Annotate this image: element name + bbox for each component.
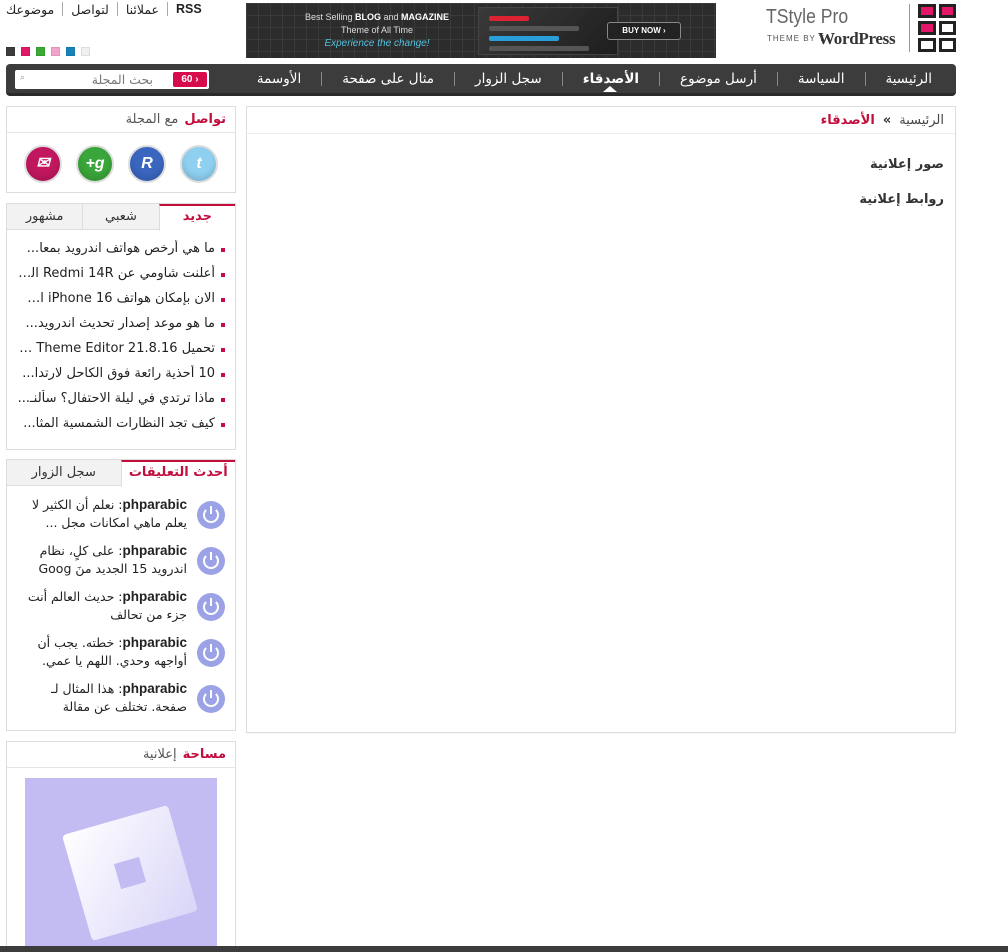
bottom-bar [0, 946, 1008, 952]
nav-item-politics[interactable]: السياسة [776, 71, 865, 87]
posts-list: ما هي أرخص هواتف اندرويد بمعا... أعلنت ش… [7, 230, 235, 440]
list-item[interactable]: الان بإمكان هواتف iPhone 16 اس... [17, 290, 225, 315]
avatar [197, 639, 225, 667]
social-widget: تواصل مع المجلة [6, 106, 236, 193]
social-icons [7, 133, 235, 183]
logo-wordpress: WordPress [818, 29, 896, 48]
twitter-icon[interactable] [180, 145, 218, 183]
tab-guestbook[interactable]: سجل الزوار [7, 460, 121, 485]
search-icon[interactable]: ⌕ [20, 73, 29, 83]
list-item[interactable]: ما هي أرخص هواتف اندرويد بمعا... [17, 240, 225, 265]
list-item[interactable]: كيف تجد النظارات الشمسية المثا... [17, 415, 225, 440]
buy-now-button[interactable]: BUY NOW › [607, 22, 681, 40]
list-item[interactable]: أعلنت شاومي عن Redmi 14R الج... [17, 265, 225, 290]
nav-item-friends[interactable]: الأصدقاء [561, 71, 659, 92]
widget-title: مساحة إعلانية [7, 742, 235, 768]
header-banner-ad[interactable]: Best Selling BLOG and MAGAZINE Theme of … [246, 3, 716, 58]
top-link-clients[interactable]: عملائنا [126, 2, 159, 17]
comments-list: phparabic: نعلم أن الكثير لا يعلم ماهي ا… [7, 486, 235, 726]
posts-widget: جديد شعبي مشهور ما هي أرخص هواتف اندرويد… [6, 203, 236, 450]
top-links: RSS عملائنا لتواصل موضوعك [6, 0, 202, 18]
nav-item-guestbook[interactable]: سجل الزوار [454, 71, 562, 87]
search-input[interactable] [33, 71, 153, 88]
top-link-contact[interactable]: لتواصل [71, 2, 109, 17]
comments-widget: أحدث التعليقات سجل الزوار phparabic: نعل… [6, 459, 236, 731]
main-navigation: الرئيسية السياسة أرسل موضوع الأصدقاء سجل… [6, 64, 956, 96]
site-logo[interactable]: TStyle Pro THEME BY T WordPress [764, 4, 956, 56]
swatch-green[interactable] [36, 47, 45, 56]
banner-screenshot [478, 7, 618, 55]
google-plus-icon[interactable] [76, 145, 114, 183]
renren-icon[interactable] [128, 145, 166, 183]
banner-text: Best Selling BLOG and MAGAZINE Theme of … [304, 12, 450, 49]
swatch-light-pink[interactable] [51, 47, 60, 56]
comment-item[interactable]: phparabic: هذا المثال لـ صفحة. تختلف عن … [17, 680, 225, 726]
tab-latest-comments[interactable]: أحدث التعليقات [120, 460, 235, 487]
top-link-your-topic[interactable]: موضوعك [6, 2, 54, 17]
list-item[interactable]: 10 أحذية رائعة فوق الكاحل لارتدا... [17, 365, 225, 390]
divider [167, 2, 169, 16]
avatar [197, 547, 225, 575]
theme-swatches [6, 47, 90, 56]
logo-byline: THEME BY T [767, 34, 825, 43]
swatch-pink[interactable] [21, 47, 30, 56]
logo-name: TStyle Pro [766, 6, 849, 28]
comments-tabs: أحدث التعليقات سجل الزوار [7, 460, 235, 487]
nav-item-submit-topic[interactable]: أرسل موضوع [659, 71, 777, 87]
swatch-dark[interactable] [6, 47, 15, 56]
comment-item[interactable]: phparabic: نعلم أن الكثير لا يعلم ماهي ا… [17, 496, 225, 542]
widget-title: تواصل مع المجلة [7, 107, 235, 133]
main-content: الرئيسية » الأصدقاء صور إعلانية روابط إع… [246, 106, 956, 733]
comment-item[interactable]: phparabic: خطته. يجب أن أواجهه وحدي. الل… [17, 634, 225, 680]
nav-item-home[interactable]: الرئيسية [864, 71, 943, 87]
breadcrumb-current: الأصدقاء [820, 112, 875, 128]
divider [116, 2, 118, 16]
search-box: ⌕ 60 › [15, 70, 209, 89]
rss-count-badge: 60 › [173, 72, 207, 87]
list-item[interactable]: ماذا ترتدي في ليلة الاحتفال؟ سألنـ... [17, 390, 225, 415]
roblox-logo-icon [61, 804, 199, 942]
logo-divider [909, 4, 910, 52]
list-item[interactable]: تحميل UI Theme Editor 21.8.16... [17, 340, 225, 365]
divider [62, 2, 64, 16]
tab-famous[interactable]: مشهور [7, 204, 83, 229]
list-item[interactable]: ما هو موعد إصدار تحديث اندرويد... [17, 315, 225, 340]
breadcrumb-separator: » [882, 112, 892, 128]
breadcrumb-home[interactable]: الرئيسية [899, 113, 944, 128]
avatar [197, 501, 225, 529]
swatch-grey[interactable] [81, 47, 90, 56]
logo-mark-icon [918, 4, 956, 52]
ad-widget: مساحة إعلانية [6, 741, 236, 952]
rss-link[interactable]: RSS [176, 2, 202, 16]
breadcrumb: الرئيسية » الأصدقاء [247, 107, 955, 134]
comment-item[interactable]: phparabic: حديث العالم أنت جزء من تحالف [17, 588, 225, 634]
ad-image[interactable] [25, 778, 217, 950]
posts-tabs: جديد شعبي مشهور [7, 204, 235, 231]
nav-item-tags[interactable]: الأوسمة [237, 71, 321, 87]
mail-icon[interactable] [24, 145, 62, 183]
swatch-blue[interactable] [66, 47, 75, 56]
avatar [197, 685, 225, 713]
section-heading-ad-images: صور إعلانية [869, 157, 944, 172]
comment-item[interactable]: phparabic: على كلٍ، نظام اندرويد 15 الجد… [17, 542, 225, 588]
section-heading-ad-links: روابط إعلانية [859, 192, 944, 207]
avatar [197, 593, 225, 621]
tab-new[interactable]: جديد [158, 204, 235, 231]
tab-popular[interactable]: شعبي [82, 204, 159, 229]
nav-item-sample-page[interactable]: مثال على صفحة [321, 71, 454, 87]
